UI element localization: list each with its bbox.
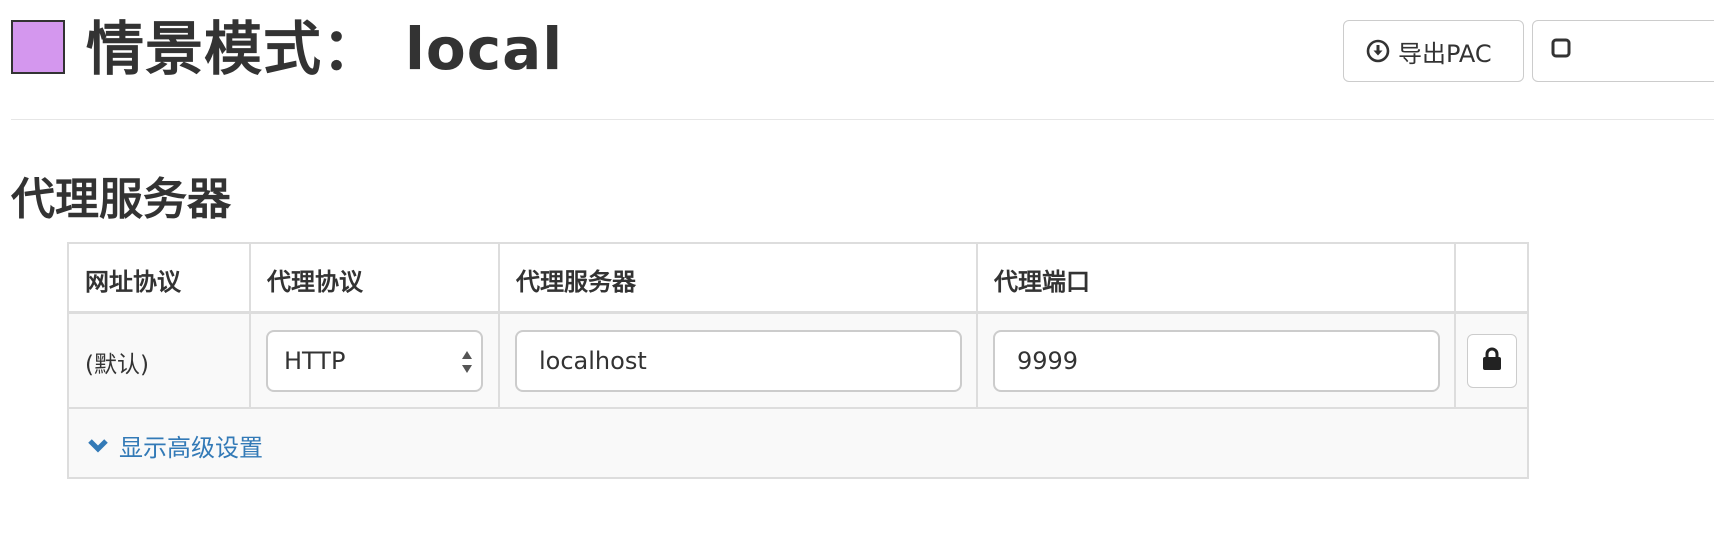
title-prefix: 情景模式： [86,15,382,83]
page-title: 情景模式： local [86,14,563,84]
show-advanced-settings-link[interactable]: 显示高级设置 [87,428,263,463]
table-row: (默认) HTTP localhost 9999 [69,314,1527,409]
column-header-port: 代理端口 [978,244,1456,311]
select-arrows-icon [461,348,473,376]
column-header-server: 代理服务器 [500,244,978,311]
column-header-label: 代理协议 [267,268,363,296]
profile-name: local [405,15,564,83]
profile-color-swatch[interactable] [11,20,65,74]
header-next-button[interactable] [1532,20,1714,82]
advanced-settings-row: 显示高级设置 [69,409,1527,477]
proxy-host-input[interactable]: localhost [515,330,962,392]
auth-lock-button[interactable] [1467,334,1517,388]
edit-icon [1551,37,1573,65]
proxy-servers-table: 网址协议 代理协议 代理服务器 代理端口 (默认) HTTP localhost… [67,242,1529,479]
header-divider [11,119,1714,120]
show-advanced-settings-label: 显示高级设置 [119,434,263,462]
protocol-cell: HTTP [251,314,500,407]
table-header-row: 网址协议 代理协议 代理服务器 代理端口 [69,244,1527,314]
column-header-label: 代理服务器 [516,268,636,296]
export-pac-label: 导出PAC [1398,39,1492,68]
url-scheme-cell: (默认) [69,314,251,407]
proxy-host-value: localhost [539,347,647,375]
chevron-down-icon [87,438,109,454]
download-circle-icon [1366,39,1390,63]
column-header-label: 代理端口 [994,268,1090,296]
proxy-port-value: 9999 [1017,347,1079,375]
proxy-port-input[interactable]: 9999 [993,330,1440,392]
lock-icon [1481,347,1503,375]
profile-header: 情景模式： local 导出PAC [0,0,1714,132]
proxy-protocol-value: HTTP [284,347,346,375]
proxy-protocol-select[interactable]: HTTP [266,330,483,392]
url-scheme-value: (默认) [85,352,149,378]
column-header-protocol: 代理协议 [251,244,500,311]
column-header-label: 网址协议 [85,268,181,296]
column-header-actions [1456,244,1527,311]
export-pac-button[interactable]: 导出PAC [1343,20,1524,82]
section-title: 代理服务器 [11,174,231,225]
actions-cell [1456,314,1527,407]
column-header-url-scheme: 网址协议 [69,244,251,311]
port-cell: 9999 [978,314,1456,407]
server-cell: localhost [500,314,978,407]
options-page: 情景模式： local 导出PAC 代理服务器 网址协议 代理协议 代理服务器 … [0,0,1714,544]
